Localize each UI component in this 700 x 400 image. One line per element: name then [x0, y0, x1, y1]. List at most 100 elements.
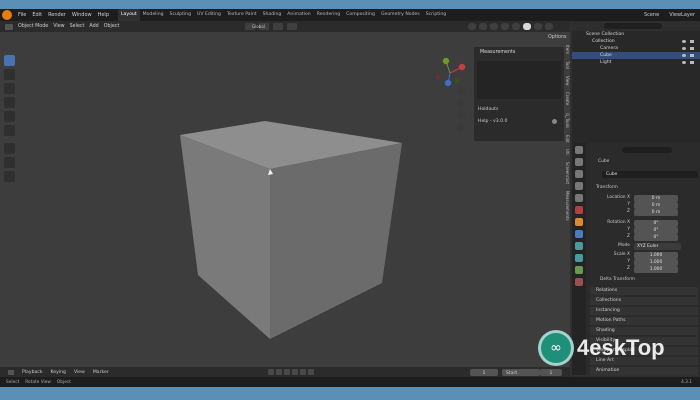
play-reverse-icon[interactable]	[284, 369, 290, 375]
annotate-tool-icon[interactable]	[4, 143, 15, 154]
tab-rendering[interactable]: Rendering	[314, 9, 343, 21]
start-frame-value[interactable]: 1	[540, 368, 562, 376]
cube-object[interactable]	[170, 111, 410, 351]
outliner-row-collection[interactable]: Collection	[572, 38, 700, 45]
navigation-gizmo[interactable]	[432, 57, 468, 89]
material-tab-icon[interactable]	[575, 278, 583, 286]
tab-scripting[interactable]: Scripting	[423, 9, 449, 21]
menu-object[interactable]: Object	[104, 24, 120, 29]
prev-key-icon[interactable]	[276, 369, 282, 375]
menu-select[interactable]: Select	[70, 24, 85, 29]
sidebar-tab-tool[interactable]: Tool	[565, 61, 570, 69]
world-tab-icon[interactable]	[575, 206, 583, 214]
current-frame-field[interactable]: 1	[470, 368, 498, 376]
rotate-tool-icon[interactable]	[4, 97, 15, 108]
sidebar-tab-screencast[interactable]: Screencast	[565, 162, 570, 184]
select-tool-icon[interactable]	[4, 55, 15, 66]
constraints-tab-icon[interactable]	[575, 266, 583, 274]
section-animation[interactable]: Animation	[590, 367, 698, 375]
blender-logo-icon[interactable]	[2, 10, 12, 20]
zoom-icon[interactable]	[457, 87, 465, 95]
scene-tab-icon[interactable]	[575, 194, 583, 202]
properties-search-input[interactable]	[622, 147, 672, 153]
sidebar-tab-edit[interactable]: Edit	[565, 135, 570, 143]
rotation-y-field[interactable]: 0°	[634, 227, 678, 234]
eye-icon[interactable]	[682, 40, 686, 43]
pan-hand-icon[interactable]	[457, 99, 465, 107]
gizmo-icon[interactable]	[479, 23, 487, 30]
menu-keying[interactable]: Keying	[51, 370, 66, 375]
timeline-editor-icon[interactable]	[8, 369, 14, 375]
add-cube-tool-icon[interactable]	[4, 171, 15, 182]
transform-tool-icon[interactable]	[4, 125, 15, 136]
scale-tool-icon[interactable]	[4, 111, 15, 122]
menu-view[interactable]: View	[53, 24, 64, 29]
measure-tool-icon[interactable]	[4, 157, 15, 168]
rotation-mode-dropdown[interactable]: XYZ Euler	[634, 243, 681, 250]
section-relations[interactable]: Relations	[590, 287, 698, 295]
3d-viewport[interactable]: Object Mode View Select Add Object Globa…	[0, 21, 570, 375]
tab-uv-editing[interactable]: UV Editing	[194, 9, 224, 21]
scene-name[interactable]: Scene	[644, 12, 659, 18]
orientation-value[interactable]: Global	[252, 24, 265, 29]
section-instancing[interactable]: Instancing	[590, 307, 698, 315]
object-name-field[interactable]: Cube	[602, 171, 698, 178]
location-z-field[interactable]: 0 m	[634, 209, 678, 216]
menu-add[interactable]: Add	[89, 24, 98, 29]
tab-shading[interactable]: Shading	[260, 9, 285, 21]
move-tool-icon[interactable]	[4, 83, 15, 94]
cursor-tool-icon[interactable]	[4, 69, 15, 80]
grid-view-icon[interactable]	[457, 123, 465, 131]
tab-texture-paint[interactable]: Texture Paint	[224, 9, 260, 21]
jump-end-icon[interactable]	[308, 369, 314, 375]
sidebar-tab-qtools[interactable]: Q_Tools	[565, 113, 570, 128]
eye-icon[interactable]	[682, 47, 686, 50]
menu-edit[interactable]: Edit	[29, 9, 45, 21]
outliner-row-scene-collection[interactable]: Scene Collection	[572, 31, 700, 38]
camera-render-icon[interactable]	[690, 61, 694, 64]
section-motion-paths[interactable]: Motion Paths	[590, 317, 698, 325]
modifier-tab-icon[interactable]	[575, 230, 583, 238]
tab-layout[interactable]: Layout	[118, 9, 140, 21]
delta-transform-section[interactable]: Delta Transform	[600, 277, 635, 282]
options-dropdown[interactable]: Options	[548, 35, 567, 40]
visibility-icon[interactable]	[468, 23, 476, 30]
outliner-row-cube[interactable]: Cube	[572, 52, 700, 59]
eye-icon[interactable]	[682, 61, 686, 64]
overlay-icon[interactable]	[490, 23, 498, 30]
menu-playback[interactable]: Playback	[22, 370, 43, 375]
tab-animation[interactable]: Animation	[284, 9, 313, 21]
rotation-z-field[interactable]: 0°	[634, 234, 678, 241]
measurements-list[interactable]	[477, 61, 561, 99]
section-collections[interactable]: Collections	[590, 297, 698, 305]
proportional-edit-icon[interactable]	[287, 23, 297, 30]
object-mode-dropdown[interactable]: Object Mode	[18, 24, 48, 29]
camera-view-icon[interactable]	[457, 111, 465, 119]
menu-window[interactable]: Window	[69, 9, 95, 21]
camera-render-icon[interactable]	[690, 54, 694, 57]
scale-y-field[interactable]: 1.000	[634, 259, 678, 266]
shading-material-icon[interactable]	[534, 23, 542, 30]
settings-gear-icon[interactable]	[552, 119, 557, 124]
location-x-field[interactable]: 0 m	[634, 195, 678, 202]
output-tab-icon[interactable]	[575, 170, 583, 178]
shading-render-icon[interactable]	[545, 23, 553, 30]
scale-x-field[interactable]: 1.000	[634, 252, 678, 259]
outliner-search-input[interactable]	[604, 23, 662, 29]
camera-render-icon[interactable]	[690, 40, 694, 43]
sidebar-tab-measurements[interactable]: Measurements	[565, 191, 570, 221]
help-header[interactable]: Help - v3.0.0	[478, 119, 507, 124]
play-icon[interactable]	[292, 369, 298, 375]
menu-help[interactable]: Help	[95, 9, 112, 21]
physics-tab-icon[interactable]	[575, 254, 583, 262]
sidebar-tab-create[interactable]: Create	[565, 92, 570, 105]
sidebar-tab-uti[interactable]: Uti	[565, 149, 570, 155]
location-y-field[interactable]: 0 m	[634, 202, 678, 209]
measurements-header[interactable]: Measurements	[480, 50, 515, 55]
render-tab-icon[interactable]	[575, 158, 583, 166]
shading-solid-icon[interactable]	[523, 23, 531, 30]
sidebar-tab-view[interactable]: View	[565, 76, 570, 86]
tool-tab-icon[interactable]	[575, 146, 583, 154]
sidebar-tab-item[interactable]: Item	[565, 45, 570, 54]
view-layer-name[interactable]: ViewLayer	[669, 12, 695, 18]
